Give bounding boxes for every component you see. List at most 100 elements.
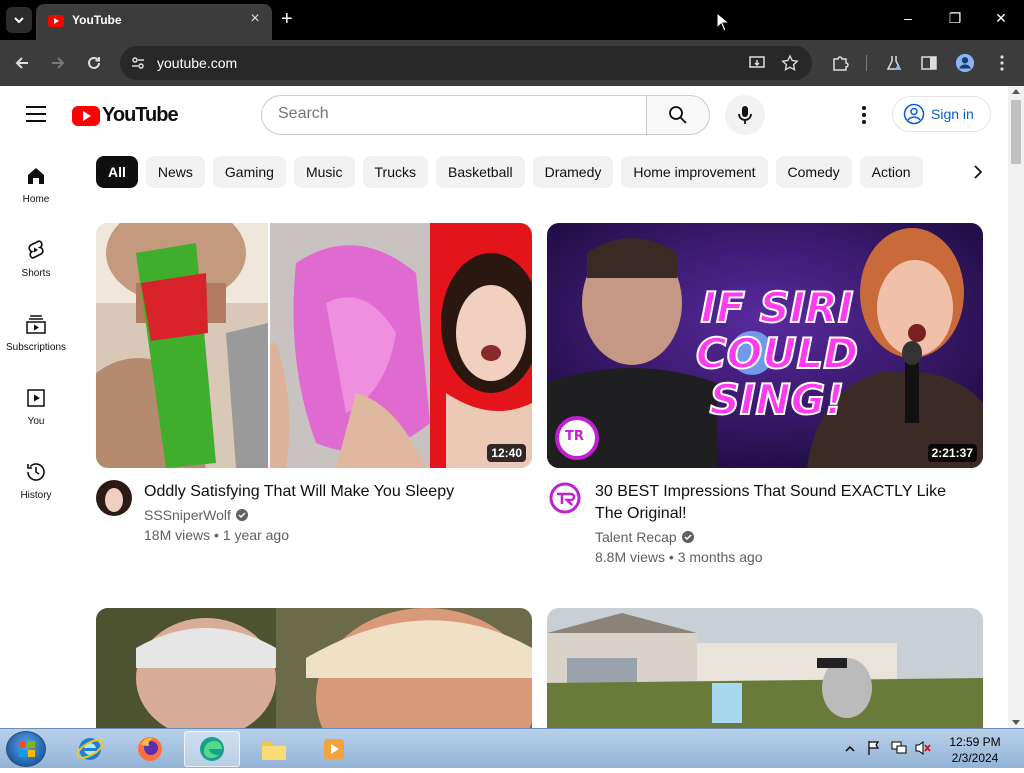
video-title[interactable]: Oddly Satisfying That Will Make You Slee…	[144, 481, 504, 503]
profile-button[interactable]	[955, 53, 975, 73]
taskbar-firefox[interactable]	[122, 731, 178, 767]
browser-tab-youtube[interactable]: YouTube ×	[36, 4, 272, 40]
toolbar-divider	[866, 55, 867, 71]
reload-icon	[88, 56, 100, 69]
tab-title: YouTube	[72, 13, 122, 27]
side-panel-button[interactable]	[919, 53, 939, 73]
search-button[interactable]	[646, 95, 710, 135]
scrollbar-thumb[interactable]	[1011, 100, 1021, 164]
video-thumbnail[interactable]	[96, 608, 532, 728]
sign-in-button[interactable]: Sign in	[892, 96, 991, 132]
logo-text: YouTube	[102, 104, 179, 126]
chip-dramedy[interactable]: Dramedy	[532, 156, 614, 188]
chip-news[interactable]: News	[145, 156, 205, 188]
action-center-tray[interactable]	[866, 740, 882, 761]
verified-check-icon	[681, 531, 694, 543]
chip-music[interactable]: Music	[293, 156, 355, 188]
sidebar-item-you[interactable]: You	[0, 386, 72, 446]
chip-basketball[interactable]: Basketball	[435, 156, 525, 188]
internet-explorer-icon	[76, 738, 104, 760]
chip-action[interactable]: Action	[859, 156, 923, 188]
hamburger-icon	[26, 120, 46, 122]
hamburger-icon	[26, 113, 46, 115]
video-thumbnail[interactable]: IF SIRI COULD SING! TR 2:21:37	[547, 223, 983, 468]
system-clock[interactable]: 12:59 PM 2/3/2024	[940, 734, 1010, 766]
duration-badge: 12:40	[487, 444, 526, 462]
back-button[interactable]	[12, 53, 32, 73]
site-info-icon[interactable]	[130, 55, 146, 71]
taskbar-media-player[interactable]	[306, 731, 362, 767]
page-scrollbar[interactable]	[1008, 86, 1024, 728]
taskbar-internet-explorer[interactable]	[62, 731, 118, 767]
reload-button[interactable]	[84, 53, 104, 73]
channel-name-row[interactable]: SSSniperWolf	[144, 507, 249, 523]
taskbar-edge[interactable]	[184, 731, 240, 767]
sidebar-item-subscriptions[interactable]: Subscriptions	[0, 312, 72, 372]
voice-search-button[interactable]	[725, 95, 765, 135]
browser-menu-button[interactable]	[992, 53, 1012, 73]
sidebar-item-home[interactable]: Home	[0, 164, 72, 224]
chevron-right-icon	[974, 165, 983, 179]
avatar-image	[96, 480, 132, 516]
labs-button[interactable]	[884, 53, 904, 73]
address-bar[interactable]: youtube.com	[120, 46, 812, 80]
edge-icon	[200, 737, 224, 761]
settings-menu-button[interactable]	[854, 104, 874, 126]
thumbnail-image	[96, 608, 532, 728]
network-icon	[891, 741, 907, 754]
volume-muted-icon	[915, 741, 931, 755]
you-library-icon	[27, 389, 45, 407]
close-window-button[interactable]: ✕	[991, 10, 1011, 27]
chip-home-improvement[interactable]: Home improvement	[621, 156, 768, 188]
channel-name: Talent Recap	[595, 529, 677, 545]
channel-avatar[interactable]	[96, 480, 132, 516]
media-player-icon	[324, 739, 344, 759]
maximize-button[interactable]: ❐	[945, 10, 965, 27]
volume-tray[interactable]	[914, 740, 932, 761]
scroll-up-arrow-icon[interactable]	[1012, 89, 1020, 94]
sidebar-item-shorts[interactable]: Shorts	[0, 238, 72, 298]
windows-logo-icon	[19, 741, 35, 757]
sidebar-item-history[interactable]: History	[0, 460, 72, 520]
chevron-down-icon	[14, 17, 24, 24]
scroll-down-arrow-icon[interactable]	[1012, 720, 1020, 725]
chip-gaming[interactable]: Gaming	[212, 156, 286, 188]
new-tab-button[interactable]: +	[281, 9, 293, 29]
show-hidden-icons-button[interactable]	[845, 741, 855, 759]
chip-all[interactable]: All	[96, 156, 138, 188]
minimize-button[interactable]: –	[898, 10, 918, 26]
chip-trucks[interactable]: Trucks	[362, 156, 428, 188]
tab-search-button[interactable]	[6, 7, 32, 33]
taskbar-file-explorer[interactable]	[246, 731, 302, 767]
youtube-logo[interactable]: YouTube	[72, 104, 179, 127]
video-thumbnail[interactable]	[547, 608, 983, 728]
sign-in-label: Sign in	[931, 106, 974, 122]
video-title[interactable]: 30 BEST Impressions That Sound EXACTLY L…	[595, 481, 955, 525]
network-tray[interactable]	[890, 740, 908, 761]
youtube-favicon-icon	[48, 15, 64, 27]
channel-avatar[interactable]	[547, 480, 583, 516]
forward-button[interactable]	[48, 53, 68, 73]
chip-comedy[interactable]: Comedy	[775, 156, 852, 188]
menu-button[interactable]	[26, 106, 46, 127]
start-button[interactable]	[6, 731, 46, 767]
extensions-button[interactable]	[830, 53, 850, 73]
video-meta: 18M views • 1 year ago	[144, 527, 289, 543]
search-box[interactable]	[261, 95, 647, 135]
video-thumbnail[interactable]: 12:40	[96, 223, 532, 468]
more-dot-icon	[862, 106, 866, 110]
url-text: youtube.com	[157, 55, 238, 71]
bookmark-star-icon[interactable]	[781, 54, 799, 72]
duration-badge: 2:21:37	[927, 444, 977, 462]
more-vertical-icon	[1000, 55, 1004, 71]
channel-name-row[interactable]: Talent Recap	[595, 529, 695, 545]
install-app-icon[interactable]	[748, 54, 766, 72]
chips-next-button[interactable]	[966, 162, 990, 182]
search-input[interactable]	[278, 105, 628, 123]
tab-close-icon[interactable]: ×	[246, 10, 264, 28]
verified-check-icon	[235, 509, 248, 521]
account-circle-icon	[903, 103, 925, 125]
history-icon	[27, 463, 45, 481]
thumbnail-image	[96, 223, 532, 468]
arrow-right-icon	[52, 57, 65, 69]
